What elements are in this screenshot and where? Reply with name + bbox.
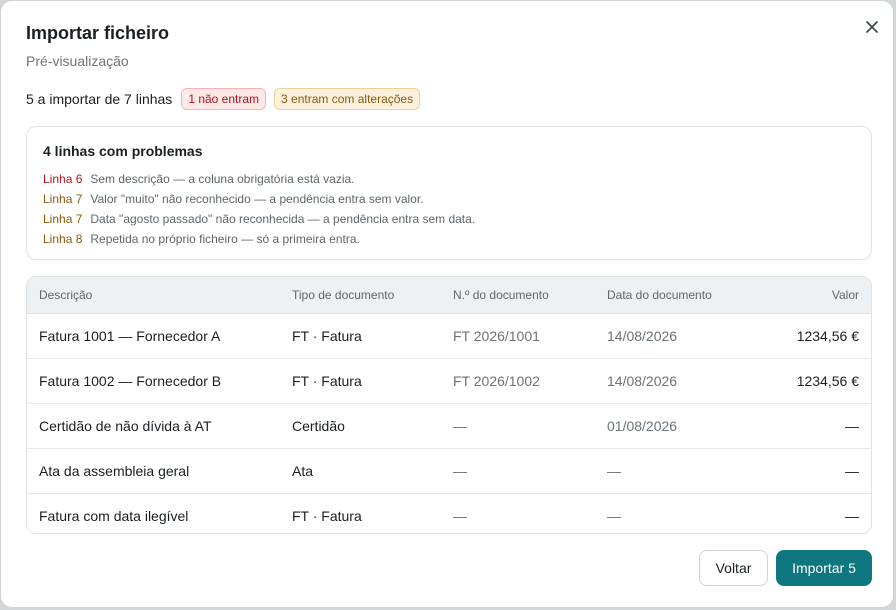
problem-line-number: Linha 8 xyxy=(43,232,83,246)
column-header-document-date: Data do documento xyxy=(607,288,712,302)
cell-document-date: — xyxy=(607,463,621,479)
cell-description: Fatura 1002 — Fornecedor B xyxy=(39,373,222,389)
cell-description: Fatura com data ilegível xyxy=(39,508,189,524)
problem-message: Data "agosto passado" não reconhecida — … xyxy=(90,212,476,226)
column-header-description: Descrição xyxy=(39,288,93,302)
preview-table: Descrição Tipo de documento N.º do docum… xyxy=(26,276,872,534)
excluded-badge: 1 não entram xyxy=(181,88,267,110)
cell-document-type: FT · Fatura xyxy=(292,373,362,389)
cell-amount: 1234,56 € xyxy=(796,328,859,344)
table-row: Certidão de não dívida à AT Certidão — 0… xyxy=(27,404,871,449)
import-summary: 5 a importar de 7 linhas 1 não entram 3 … xyxy=(26,88,421,110)
cell-document-type: FT · Fatura xyxy=(292,508,362,524)
import-dialog: Importar ficheiro Pré-visualização 5 a i… xyxy=(0,0,894,608)
cell-document-type: Certidão xyxy=(292,418,345,434)
problem-line-number: Linha 7 xyxy=(43,212,83,226)
cell-description: Ata da assembleia geral xyxy=(39,463,190,479)
cell-document-date: 14/08/2026 xyxy=(607,328,678,344)
table-row: Fatura 1002 — Fornecedor B FT · Fatura F… xyxy=(27,359,871,404)
cell-document-number: — xyxy=(453,463,467,479)
cell-amount: — xyxy=(845,463,859,479)
cell-document-type: FT · Fatura xyxy=(292,328,362,344)
problem-message: Valor "muito" não reconhecido — a pendên… xyxy=(90,192,424,206)
import-button[interactable]: Importar 5 xyxy=(776,550,872,586)
close-button[interactable] xyxy=(860,15,884,39)
cell-description: Certidão de não dívida à AT xyxy=(39,418,212,434)
dialog-subtitle: Pré-visualização xyxy=(26,53,129,69)
problem-list: Linha 6 Sem descrição — a coluna obrigató… xyxy=(43,169,475,249)
cell-document-number: FT 2026/1002 xyxy=(453,373,540,389)
problem-item: Linha 7 Data "agosto passado" não reconhe… xyxy=(43,209,475,229)
dialog-title: Importar ficheiro xyxy=(26,23,170,43)
cell-amount: — xyxy=(845,508,859,524)
problem-message: Sem descrição — a coluna obrigatória est… xyxy=(90,172,355,186)
altered-badge: 3 entram com alterações xyxy=(274,88,421,110)
problem-item: Linha 7 Valor "muito" não reconhecido — a… xyxy=(43,189,475,209)
cell-document-number: — xyxy=(453,508,467,524)
cell-document-date: 01/08/2026 xyxy=(607,418,678,434)
close-icon xyxy=(866,21,878,33)
problems-panel: 4 linhas com problemas Linha 6 Sem descri… xyxy=(26,126,872,260)
cell-description: Fatura 1001 — Fornecedor A xyxy=(39,328,221,344)
cell-amount: 1234,56 € xyxy=(796,373,859,389)
table-row: Ata da assembleia geral Ata — — — xyxy=(27,449,871,494)
table-row: Fatura 1001 — Fornecedor A FT · Fatura F… xyxy=(27,314,871,359)
cell-document-date: 14/08/2026 xyxy=(607,373,678,389)
problems-title: 4 linhas com problemas xyxy=(43,143,203,159)
table-header: Descrição Tipo de documento N.º do docum… xyxy=(27,277,871,314)
back-button[interactable]: Voltar xyxy=(699,550,768,586)
cell-document-number: FT 2026/1001 xyxy=(453,328,540,344)
cell-document-date: — xyxy=(607,508,621,524)
cell-document-number: — xyxy=(453,418,467,434)
problem-line-number: Linha 6 xyxy=(43,172,83,186)
problem-item: Linha 6 Sem descrição — a coluna obrigató… xyxy=(43,169,475,189)
cell-document-type: Ata xyxy=(292,463,314,479)
problem-line-number: Linha 7 xyxy=(43,192,83,206)
problem-message: Repetida no próprio ficheiro — só a prim… xyxy=(90,232,360,246)
cell-amount: — xyxy=(845,418,859,434)
column-header-document-number: N.º do documento xyxy=(453,288,549,302)
problem-item: Linha 8 Repetida no próprio ficheiro — só… xyxy=(43,229,475,249)
column-header-document-type: Tipo de documento xyxy=(292,288,395,302)
column-header-amount: Valor xyxy=(831,288,859,302)
table-row: Fatura com data ilegível FT · Fatura — —… xyxy=(27,494,871,533)
summary-text: 5 a importar de 7 linhas xyxy=(26,91,173,107)
